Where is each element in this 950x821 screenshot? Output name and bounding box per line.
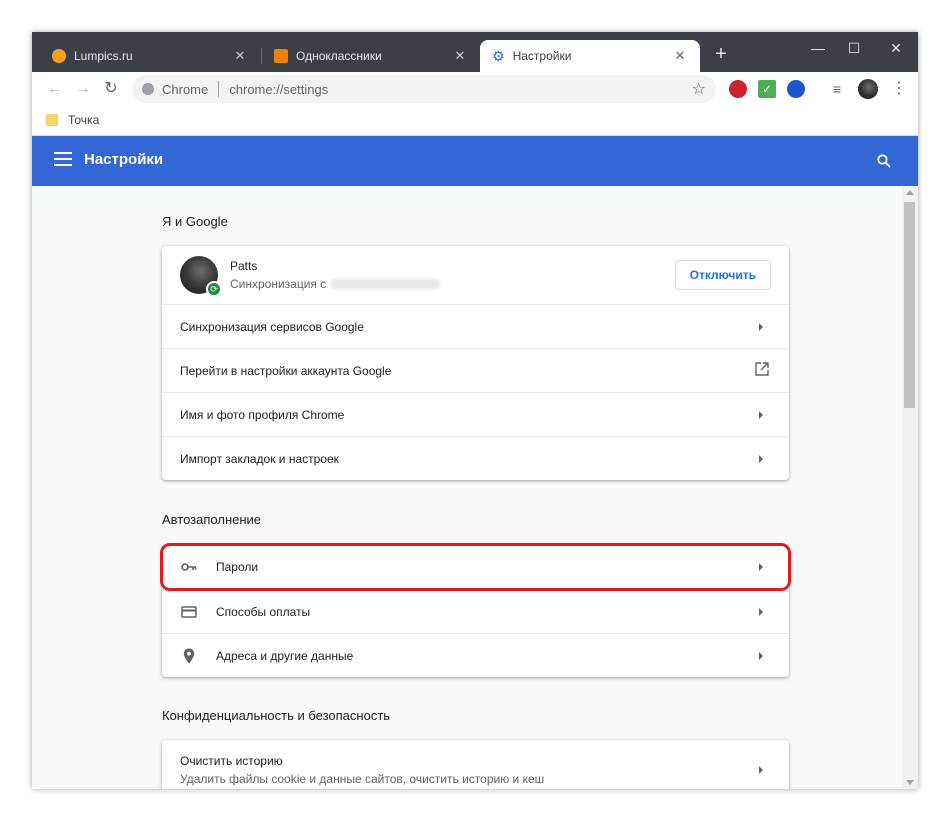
reload-button[interactable]: ↻ <box>100 78 122 100</box>
row-profile-name-photo[interactable]: Имя и фото профиля Chrome <box>162 392 789 436</box>
row-sublabel: Удалить файлы cookie и данные сайтов, оч… <box>180 772 545 786</box>
tab-title: Одноклассники <box>296 49 382 63</box>
arrow-right-icon <box>759 322 763 331</box>
row-sync-services[interactable]: Синхронизация сервисов Google <box>162 304 789 348</box>
forward-button[interactable]: → <box>72 78 94 100</box>
disconnect-button[interactable]: Отключить <box>674 260 771 290</box>
bookmark-label: Точка <box>68 113 100 127</box>
key-icon <box>180 558 198 576</box>
row-clear-history[interactable]: Очистить историю Удалить файлы cookie и … <box>162 740 789 789</box>
toolbar: ← → ↻ Chrome chrome://settings ☆ ✓ ≡ ⋮ <box>32 72 918 106</box>
row-payment-methods[interactable]: Способы оплаты <box>162 589 789 633</box>
scroll-down-icon[interactable] <box>906 780 914 785</box>
row-label: Пароли <box>216 560 259 574</box>
close-window-button[interactable]: ✕ <box>876 36 916 60</box>
credit-card-icon <box>180 603 198 621</box>
close-icon[interactable]: ✕ <box>452 48 468 64</box>
external-link-icon <box>755 362 769 379</box>
arrow-right-icon <box>759 607 763 616</box>
close-icon[interactable]: ✕ <box>232 48 248 64</box>
profile-row: ⟳ Patts Синхронизация с Отключить <box>162 246 789 304</box>
row-label: Очистить историю <box>180 754 283 768</box>
row-import-bookmarks[interactable]: Импорт закладок и настроек <box>162 436 789 480</box>
section-title-privacy: Конфиденциальность и безопасность <box>162 708 391 723</box>
settings-title: Настройки <box>84 151 164 168</box>
close-icon[interactable]: ✕ <box>672 48 688 64</box>
card-you-google: ⟳ Patts Синхронизация с Отключить Синхро… <box>162 246 789 480</box>
sync-text: Синхронизация с <box>230 277 327 291</box>
profile-text: Patts Синхронизация с <box>230 259 675 291</box>
folder-icon <box>46 114 58 126</box>
row-addresses[interactable]: Адреса и другие данные <box>162 633 789 677</box>
url-text[interactable]: chrome://settings <box>229 82 328 97</box>
address-bar[interactable]: Chrome chrome://settings ☆ <box>132 75 716 103</box>
settings-content: Я и Google ⟳ Patts Синхронизация с Отклю… <box>32 186 902 789</box>
browser-window: Lumpics.ru ✕ Одноклассники ✕ ⚙ Настройки… <box>32 32 918 789</box>
check-extension-icon[interactable]: ✓ <box>758 80 776 98</box>
section-title-autofill: Автозаполнение <box>162 512 262 527</box>
location-pin-icon <box>180 647 198 665</box>
row-label: Синхронизация сервисов Google <box>180 319 364 334</box>
arrow-right-icon <box>759 651 763 660</box>
tab-strip: Lumpics.ru ✕ Одноклассники ✕ ⚙ Настройки… <box>32 32 918 72</box>
opera-extension-icon[interactable] <box>729 80 747 98</box>
scroll-up-icon[interactable] <box>906 190 914 195</box>
arrow-right-icon <box>759 563 763 571</box>
lumpics-favicon-icon <box>52 49 66 63</box>
odnoklassniki-favicon-icon <box>274 49 288 63</box>
media-controls-icon[interactable]: ≡ <box>828 80 846 98</box>
arrow-right-icon <box>759 454 763 463</box>
hamburger-menu-icon[interactable] <box>54 152 72 166</box>
arrow-right-icon <box>759 766 763 774</box>
chrome-site-icon <box>142 83 154 95</box>
tab-settings[interactable]: ⚙ Настройки ✕ <box>480 40 700 72</box>
gear-icon: ⚙ <box>492 47 505 64</box>
maximize-button[interactable]: ☐ <box>834 36 874 60</box>
tab-lumpics[interactable]: Lumpics.ru ✕ <box>40 40 260 72</box>
back-button[interactable]: ← <box>44 78 66 100</box>
search-icon[interactable] <box>877 154 891 173</box>
row-label-group: Очистить историю Удалить файлы cookie и … <box>180 754 759 786</box>
tab-title: Настройки <box>512 49 572 63</box>
row-label: Имя и фото профиля Chrome <box>180 407 345 422</box>
minimize-button[interactable]: — <box>798 36 838 60</box>
scrollbar[interactable] <box>902 186 918 789</box>
sync-icon: ⟳ <box>206 281 222 297</box>
more-menu-icon[interactable]: ⋮ <box>890 80 908 98</box>
profile-avatar[interactable] <box>858 79 878 99</box>
bookmark-folder-tochka[interactable]: Точка <box>46 113 99 127</box>
tab-odnoklassniki[interactable]: Одноклассники ✕ <box>262 40 480 72</box>
site-label: Chrome <box>162 81 209 97</box>
omnibox-divider <box>218 81 220 97</box>
row-label: Адреса и другие данные <box>216 648 354 663</box>
row-label: Перейти в настройки аккаунта Google <box>180 363 392 378</box>
profile-name: Patts <box>230 259 258 273</box>
settings-header: Настройки <box>32 136 918 186</box>
scrollbar-thumb[interactable] <box>904 202 915 408</box>
card-autofill: Пароли Способы оплаты Адреса и другие да… <box>162 545 789 677</box>
avatar: ⟳ <box>180 256 222 297</box>
card-privacy: Очистить историю Удалить файлы cookie и … <box>162 740 789 789</box>
section-title-you-google: Я и Google <box>162 214 228 229</box>
star-icon[interactable]: ☆ <box>692 79 706 99</box>
profile-sync: Синхронизация с <box>230 277 675 291</box>
blurred-email <box>330 279 441 289</box>
tab-title: Lumpics.ru <box>74 49 133 63</box>
globe-extension-icon[interactable] <box>787 80 805 98</box>
bookmarks-bar: Точка <box>32 106 918 136</box>
row-passwords[interactable]: Пароли <box>162 545 789 589</box>
row-google-account[interactable]: Перейти в настройки аккаунта Google <box>162 348 789 392</box>
new-tab-button[interactable]: + <box>710 44 732 66</box>
row-label: Способы оплаты <box>216 604 311 619</box>
arrow-right-icon <box>759 410 763 419</box>
row-label: Импорт закладок и настроек <box>180 451 339 466</box>
